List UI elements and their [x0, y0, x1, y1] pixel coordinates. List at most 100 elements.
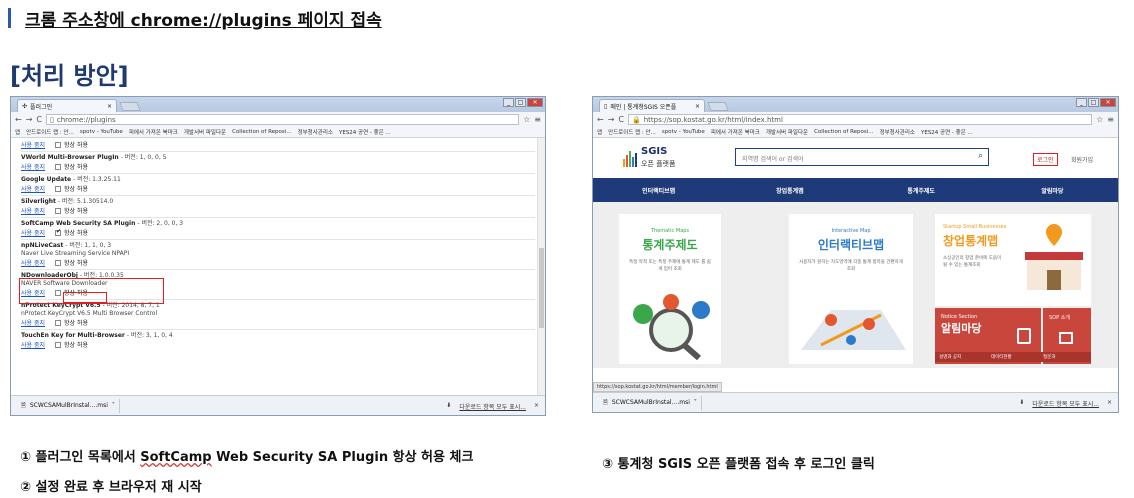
- bookmark-item[interactable]: 안드로이드 랩 : 안...: [26, 128, 74, 136]
- scrollbar[interactable]: [537, 138, 545, 395]
- bookmark-item[interactable]: 개발서버 파일다운: [184, 128, 226, 136]
- disable-link[interactable]: 사용 중지: [21, 260, 45, 267]
- heading-text: 크롬 주소창에 chrome://plugins 페이지 접속: [25, 10, 382, 31]
- always-allow-checkbox[interactable]: [55, 342, 61, 348]
- minimize-icon[interactable]: _: [503, 98, 514, 107]
- maximize-icon[interactable]: □: [515, 98, 526, 107]
- tab-close-icon[interactable]: ×: [107, 103, 112, 110]
- reload-icon[interactable]: C: [36, 115, 42, 124]
- download-arrow-icon: ⬇: [446, 402, 452, 409]
- login-link[interactable]: 로그인: [1033, 153, 1058, 166]
- bookmark-item[interactable]: 피에서 가져온 북마크: [711, 128, 760, 136]
- disable-link[interactable]: 사용 중지: [21, 230, 45, 237]
- plugin-name: npNLiveCast - 버전: 1, 1, 0, 3: [21, 242, 112, 249]
- bookmark-item[interactable]: 개발서버 파일다운: [766, 128, 808, 136]
- new-tab-button[interactable]: [119, 102, 141, 111]
- disable-link[interactable]: 사용 중지: [21, 320, 45, 327]
- download-bar-close-icon[interactable]: ×: [1107, 399, 1112, 408]
- sgis-search-input[interactable]: 지역명 검색어 or 검색어 ⌕: [735, 148, 989, 166]
- bookmark-item[interactable]: 안드로이드 랩 : 안...: [608, 128, 656, 136]
- notice-tab[interactable]: 질문과: [1039, 352, 1091, 362]
- new-tab-button[interactable]: [707, 102, 729, 111]
- chevron-down-icon[interactable]: ˅: [694, 399, 697, 406]
- download-item[interactable]: 🗎 SCWCSAMulBrInstal....msi ˅: [17, 398, 120, 413]
- address-bar[interactable]: ▯ chrome://plugins: [46, 114, 520, 125]
- plugin-actions: 사용 중지 항상 허용: [21, 259, 88, 267]
- plugin-desc: Naver Live Streaming Service NPAPI: [21, 250, 130, 257]
- download-item[interactable]: 🗎 SCWCSAMulBrInstal....msi ˅: [599, 395, 702, 410]
- notice-tab[interactable]: 설명과 공지: [935, 352, 987, 362]
- always-allow-checkbox[interactable]: [55, 320, 61, 326]
- nav-notice[interactable]: 알림마당: [987, 186, 1118, 195]
- bookmark-item[interactable]: Collection of Reposi...: [232, 129, 291, 135]
- sgis-logo[interactable]: SGIS 오픈 플랫폼: [623, 147, 675, 169]
- bookmark-item[interactable]: 피에서 가져온 북마크: [129, 128, 178, 136]
- back-icon[interactable]: ←: [15, 115, 22, 124]
- forward-icon[interactable]: →: [26, 115, 33, 124]
- plugin-actions: 사용 중지 항상 허용: [21, 341, 88, 349]
- bookmark-item[interactable]: spotv - YouTube: [662, 129, 705, 135]
- nav-interactive-map[interactable]: 인터랙티브맵: [593, 186, 724, 195]
- tab-sgis[interactable]: ▯ 메인 | 통계청SGIS 오픈플 ×: [599, 99, 705, 112]
- chevron-down-icon[interactable]: ˅: [112, 402, 115, 409]
- maximize-icon[interactable]: □: [1088, 98, 1099, 107]
- disable-link[interactable]: 사용 중지: [21, 186, 45, 193]
- join-link[interactable]: 회원가입: [1071, 155, 1093, 164]
- minimize-icon[interactable]: _: [1076, 98, 1087, 107]
- disable-link[interactable]: 사용 중지: [21, 164, 45, 171]
- puzzle-icon: ✣: [22, 102, 28, 110]
- sgis-page: SGIS 오픈 플랫폼 지역명 검색어 or 검색어 ⌕ 로그인 회원가입 인터…: [593, 138, 1118, 392]
- nav-thematic-map[interactable]: 통계주제도: [856, 186, 987, 195]
- always-allow-checkbox[interactable]: [55, 260, 61, 266]
- card-thematic[interactable]: Thematic Maps 통계주제도 특정 목적 또는 특정 주제에 통계 제…: [619, 214, 721, 364]
- disable-link[interactable]: 사용 중지: [21, 342, 45, 349]
- star-icon[interactable]: ☆: [1096, 115, 1103, 124]
- forward-icon[interactable]: →: [608, 115, 615, 124]
- left-browser-window: ✣ 플러그인 × _ □ ✕ ← → C ▯ chrome://plugins …: [10, 96, 546, 416]
- bookmark-item[interactable]: 앱: [597, 128, 602, 136]
- bookmark-item[interactable]: YES24 공연 - 좋은 ...: [339, 128, 391, 136]
- show-all-downloads-link[interactable]: 다운로드 항목 모두 표시...: [1032, 399, 1099, 408]
- scrollbar-thumb[interactable]: [539, 248, 544, 328]
- address-bar[interactable]: 🔒 https://sop.kostat.go.kr/html/index.ht…: [628, 114, 1093, 125]
- toolbar: ← → C ▯ chrome://plugins ☆ ≡: [11, 112, 545, 127]
- bookmark-item[interactable]: 정부청사관리소: [880, 128, 915, 136]
- always-allow-checkbox-checked[interactable]: [55, 230, 61, 236]
- always-allow-checkbox[interactable]: [55, 186, 61, 192]
- tab-strip: ▯ 메인 | 통계청SGIS 오픈플 × _ □ ✕: [593, 97, 1118, 112]
- close-window-icon[interactable]: ✕: [527, 98, 543, 107]
- search-icon[interactable]: ⌕: [978, 151, 983, 161]
- notice-tab[interactable]: 데이터현황: [987, 352, 1039, 362]
- disable-link[interactable]: 사용 중지: [21, 142, 45, 149]
- menu-icon[interactable]: ≡: [1107, 115, 1114, 124]
- highlight-checkbox-box: [63, 292, 107, 303]
- bookmark-item[interactable]: Collection of Reposi...: [814, 129, 873, 135]
- back-icon[interactable]: ←: [597, 115, 604, 124]
- download-actions: ⬇ 다운로드 항목 모두 표시... ×: [1019, 399, 1112, 408]
- download-bar-close-icon[interactable]: ×: [534, 402, 539, 411]
- download-arrow-icon: ⬇: [1019, 399, 1025, 406]
- always-allow-checkbox[interactable]: [55, 164, 61, 170]
- show-all-downloads-link[interactable]: 다운로드 항목 모두 표시...: [459, 402, 526, 411]
- tab-plugins[interactable]: ✣ 플러그인 ×: [17, 99, 117, 112]
- menu-icon[interactable]: ≡: [534, 115, 541, 124]
- card-interactive[interactable]: Interactive Map 인터랙티브맵 사용자가 원하는 지도영역에 각종…: [789, 214, 913, 364]
- bookmark-item[interactable]: YES24 공연 - 좋은 ...: [921, 128, 973, 136]
- card-startup[interactable]: Startup Small Businesses 창업통계맵 소상공인의 창업 …: [935, 214, 1091, 306]
- window-controls: _ □ ✕: [503, 98, 543, 107]
- always-allow-checkbox[interactable]: [55, 142, 61, 148]
- star-icon[interactable]: ☆: [523, 115, 530, 124]
- tab-close-icon[interactable]: ×: [695, 103, 700, 110]
- heading-bar: [8, 8, 11, 28]
- always-allow-checkbox[interactable]: [55, 208, 61, 214]
- page-icon: ▯: [50, 115, 54, 124]
- lock-icon: 🔒: [632, 115, 641, 124]
- nav-startup-map[interactable]: 창업통계맵: [724, 186, 855, 195]
- close-window-icon[interactable]: ✕: [1100, 98, 1116, 107]
- disable-link[interactable]: 사용 중지: [21, 208, 45, 215]
- bookmark-item[interactable]: 정부청사관리소: [298, 128, 333, 136]
- plugin-actions: 사용 중지 항상 허용: [21, 207, 88, 215]
- bookmark-item[interactable]: 앱: [15, 128, 20, 136]
- bookmark-item[interactable]: spotv - YouTube: [80, 129, 123, 135]
- reload-icon[interactable]: C: [618, 115, 624, 124]
